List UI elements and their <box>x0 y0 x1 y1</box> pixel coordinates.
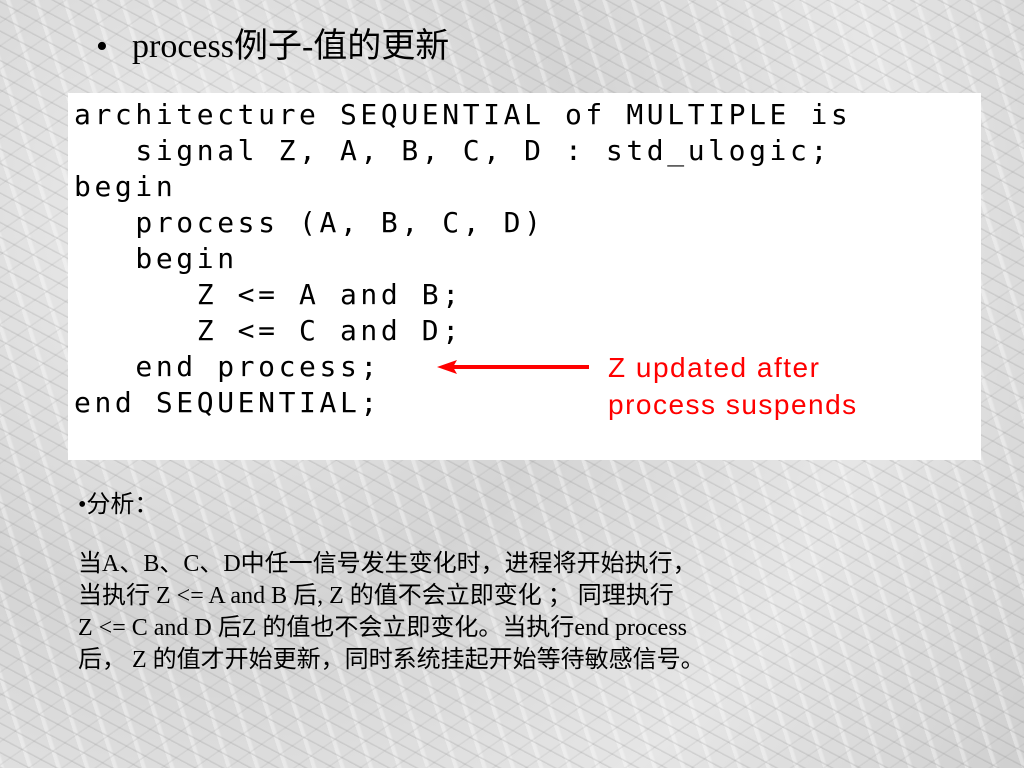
analysis-line: Z <= C and D 后Z 的值也不会立即变化。当执行end process <box>78 615 688 641</box>
analysis-paragraph: 当A、B、C、D中任一信号发生变化时，进程将开始执行， 当执行 Z <= A a… <box>78 548 978 676</box>
code-line: end process; <box>74 350 381 383</box>
analysis-line: 当执行 Z <= A and B 后, Z 的值不会立即变化 ； 同理执行 <box>78 583 674 609</box>
code-line: process (A, B, C, D) <box>74 206 545 239</box>
code-line: end SEQUENTIAL; <box>74 386 381 419</box>
code-line: signal Z, A, B, C, D : std_ulogic; <box>74 134 831 167</box>
left-arrow-icon <box>437 360 589 374</box>
annotation-text: Z updated after process suspends <box>608 349 858 423</box>
analysis-heading: •分析： <box>78 492 159 518</box>
code-line: architecture SEQUENTIAL of MULTIPLE is <box>74 98 852 131</box>
code-line: Z <= C and D; <box>74 314 463 347</box>
analysis-line: 后， Z 的值才开始更新，同时系统挂起开始等待敏感信号。 <box>78 647 705 673</box>
title-bullet: • <box>96 28 108 65</box>
code-listing: architecture SEQUENTIAL of MULTIPLE is s… <box>68 93 981 460</box>
analysis-line: 当A、B、C、D中任一信号发生变化时，进程将开始执行， <box>78 551 697 577</box>
annotation-line: Z updated after <box>608 352 821 383</box>
title-text: process例子-值的更新 <box>132 28 450 65</box>
slide-title: • process例子-值的更新 <box>96 30 449 64</box>
code-line: begin <box>74 170 177 203</box>
code-line: begin <box>74 242 238 275</box>
code-line: Z <= A and B; <box>74 278 463 311</box>
annotation-line: process suspends <box>608 389 858 420</box>
